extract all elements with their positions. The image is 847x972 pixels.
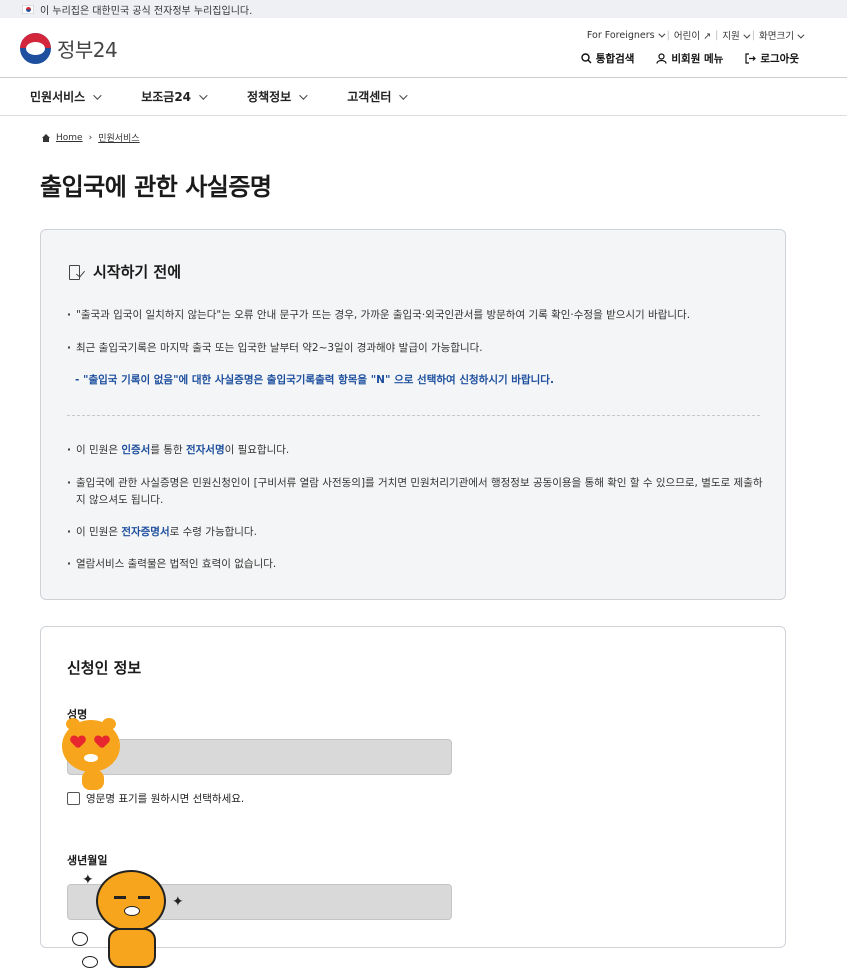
- section-title: 신청인 정보: [67, 659, 142, 677]
- notice-checklist-icon: [69, 264, 85, 280]
- external-link-icon: ↗: [703, 31, 712, 42]
- heart-eyes-lion-sticker: [62, 718, 122, 790]
- chevron-down-icon: [199, 90, 208, 100]
- nav-customer-center[interactable]: 고객센터: [347, 88, 409, 105]
- home-icon: [42, 133, 50, 142]
- chevron-down-icon: [299, 90, 308, 100]
- search-button[interactable]: 통합검색: [581, 51, 634, 66]
- support-link[interactable]: 지원: [722, 28, 751, 42]
- name-field[interactable]: [67, 739, 452, 775]
- notice-divider: [67, 415, 760, 416]
- kids-link[interactable]: 어린이 ↗: [674, 28, 711, 42]
- english-name-checkbox-label: 영문명 표기를 원하시면 선택하세요.: [86, 793, 245, 805]
- user-menu: 통합검색 비회원 메뉴 로그아웃: [581, 51, 799, 66]
- notice-item: 최근 출입국기록은 마지막 출국 또는 입국한 날부터 약2~3일이 경과해야 …: [67, 340, 767, 357]
- guest-menu-button[interactable]: 비회원 메뉴: [656, 51, 723, 66]
- nav-policy-info[interactable]: 정책정보: [247, 88, 308, 105]
- site-header: 정부24 For Foreigners | 어린이 ↗ | 지원 | 화면크기 …: [0, 18, 847, 78]
- chevron-down-icon: [658, 30, 666, 38]
- utility-links: For Foreigners | 어린이 ↗ | 지원 | 화면크기: [587, 28, 805, 42]
- site-logo[interactable]: 정부24: [20, 33, 118, 64]
- logout-button[interactable]: 로그아웃: [745, 51, 799, 66]
- chevron-down-icon: [797, 31, 805, 39]
- divider: |: [715, 29, 719, 41]
- divider: |: [666, 29, 670, 41]
- heart-icon: [71, 736, 85, 748]
- gov-emblem-icon: [20, 33, 51, 64]
- sparkle-icon: ✦: [172, 894, 184, 910]
- chevron-down-icon: [93, 90, 102, 100]
- for-foreigners-link[interactable]: For Foreigners: [587, 30, 666, 41]
- breadcrumb-current[interactable]: 민원서비스: [98, 131, 139, 144]
- notice-item: 열람서비스 출력물은 법적인 효력이 없습니다.: [67, 556, 767, 573]
- page-title: 출입국에 관한 사실증명: [40, 173, 272, 201]
- user-icon: [656, 53, 667, 64]
- breadcrumb-home[interactable]: Home: [56, 133, 83, 143]
- nav-civil-services[interactable]: 민원서비스: [30, 88, 102, 105]
- main-navigation: 민원서비스 보조금24 정책정보 고객센터: [0, 78, 847, 116]
- gov-banner: 이 누리집은 대한민국 공식 전자정부 누리집입니다.: [0, 0, 847, 18]
- cheering-lion-sticker: ✦ ✦: [68, 868, 188, 972]
- logout-icon: [745, 53, 757, 64]
- birthdate-label: 생년월일: [67, 854, 108, 867]
- sparkle-icon: ✦: [82, 872, 94, 888]
- chevron-down-icon: [399, 90, 409, 100]
- divider: |: [751, 29, 755, 41]
- english-name-option[interactable]: 영문명 표기를 원하시면 선택하세요.: [67, 791, 244, 806]
- notice-item: 이 민원은 전자증명서로 수령 가능합니다.: [67, 524, 767, 541]
- breadcrumb-separator: ›: [88, 132, 93, 143]
- korea-flag-icon: [22, 4, 34, 14]
- notice-box: 시작하기 전에 "출국과 입국이 일치하지 않는다"는 오류 안내 문구가 뜨는…: [40, 229, 786, 600]
- breadcrumb: Home › 민원서비스: [42, 131, 140, 144]
- heart-icon: [95, 736, 109, 748]
- search-icon: [581, 53, 592, 64]
- gov-banner-text: 이 누리집은 대한민국 공식 전자정부 누리집입니다.: [40, 5, 253, 17]
- notice-item: "출국과 입국이 일치하지 않는다"는 오류 안내 문구가 뜨는 경우, 가까운…: [67, 307, 767, 324]
- notice-item: 출입국에 관한 사실증명은 민원신청인이 [구비서류 열람 사전동의]를 거치면…: [67, 475, 767, 509]
- logo-text: 정부24: [57, 38, 118, 62]
- notice-heading: 시작하기 전에: [69, 261, 181, 282]
- font-size-link[interactable]: 화면크기: [759, 28, 805, 42]
- notice-sub-note: - "출입국 기록이 없음"에 대한 사실증명은 출입국기록출력 항목을 "N"…: [75, 374, 554, 386]
- notice-item: 이 민원은 인증서를 통한 전자서명이 필요합니다.: [67, 442, 767, 459]
- chevron-down-icon: [743, 31, 751, 39]
- nav-subsidy24[interactable]: 보조금24: [141, 88, 208, 105]
- english-name-checkbox[interactable]: [67, 792, 80, 805]
